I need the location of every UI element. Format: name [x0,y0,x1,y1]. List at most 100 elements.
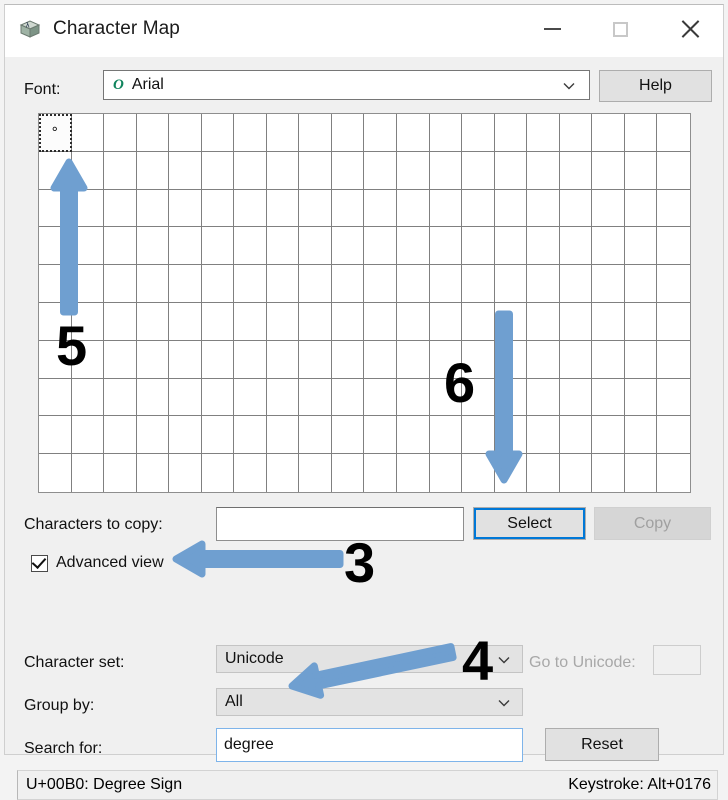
character-grid[interactable]: ° [38,113,691,493]
character-cell[interactable] [234,227,267,266]
group-by-dropdown[interactable]: All [216,688,523,716]
character-cell[interactable] [266,227,300,266]
character-cell[interactable] [201,378,235,417]
character-cell[interactable] [331,227,365,266]
character-cell[interactable] [201,340,235,379]
character-cell[interactable] [234,189,267,228]
character-cell[interactable] [592,189,625,228]
character-cell[interactable] [299,454,332,492]
character-cell[interactable] [39,454,72,492]
character-cell[interactable] [397,151,430,190]
character-cell[interactable] [136,227,170,266]
character-cell[interactable] [592,416,625,455]
character-cell[interactable] [657,303,690,341]
character-cell[interactable] [299,340,332,379]
character-cell[interactable] [625,454,658,492]
character-cell[interactable] [494,340,528,379]
character-cell[interactable] [104,454,137,492]
character-cell[interactable] [429,302,463,341]
character-cell[interactable] [494,114,528,152]
character-cell[interactable] [429,189,463,228]
character-cell[interactable] [624,114,658,152]
character-cell[interactable] [234,340,267,379]
character-cell[interactable] [559,378,593,417]
character-cell[interactable] [527,340,560,379]
character-cell[interactable] [462,151,495,190]
character-cell[interactable] [624,227,658,266]
character-cell[interactable] [331,151,365,190]
character-cell[interactable] [299,114,332,152]
character-cell[interactable] [234,114,267,152]
character-cell[interactable] [136,378,170,417]
character-cell[interactable] [299,189,332,228]
character-cell[interactable] [592,378,625,417]
character-cell[interactable] [364,454,398,492]
character-cell[interactable] [462,416,495,455]
character-cell[interactable] [201,302,235,341]
character-cell[interactable] [592,265,625,303]
character-cell[interactable] [299,416,332,455]
character-cell[interactable] [201,227,235,266]
character-cell[interactable] [494,302,528,341]
character-cell[interactable] [624,378,658,417]
character-cell[interactable] [592,151,625,190]
character-cell[interactable] [71,416,105,455]
character-cell[interactable] [332,454,365,492]
character-cell[interactable] [71,227,105,266]
character-cell[interactable] [624,265,658,303]
character-cell[interactable] [71,265,105,303]
character-cell[interactable] [201,114,235,152]
character-cell[interactable] [201,189,235,228]
character-cell[interactable] [657,190,690,228]
character-cell[interactable] [202,454,235,492]
character-cell[interactable] [397,416,430,455]
character-cell[interactable] [657,152,690,190]
character-cell[interactable] [397,227,430,266]
character-cell[interactable] [592,227,625,266]
character-cell[interactable] [71,151,105,190]
character-cell[interactable] [104,151,137,190]
character-cell[interactable] [39,227,72,266]
character-cell[interactable] [559,114,593,152]
character-cell[interactable] [266,416,300,455]
character-cell[interactable] [169,265,202,303]
character-cell[interactable] [559,302,593,341]
character-cell[interactable] [495,454,528,492]
character-cell[interactable] [624,151,658,190]
character-cell[interactable] [266,189,300,228]
character-cell[interactable] [624,340,658,379]
character-cell[interactable] [527,454,560,492]
maximize-button[interactable] [597,5,643,53]
character-cell[interactable] [364,114,398,152]
character-cell[interactable] [462,265,495,303]
character-cell[interactable] [266,265,300,303]
character-cell[interactable] [331,265,365,303]
character-cell[interactable] [527,114,560,152]
character-cell[interactable] [624,302,658,341]
character-cell[interactable] [136,151,170,190]
character-cell[interactable] [136,416,170,455]
character-cell[interactable] [397,114,430,152]
character-cell[interactable] [657,341,690,379]
character-cell[interactable] [299,265,332,303]
character-cell[interactable] [267,454,300,492]
character-cell[interactable] [494,378,528,417]
character-cell[interactable] [234,302,267,341]
character-cell[interactable] [266,302,300,341]
character-cell[interactable] [494,227,528,266]
character-cell[interactable] [364,151,398,190]
character-cell[interactable] [430,454,463,492]
advanced-view-row[interactable]: Advanced view [31,553,164,572]
character-cell[interactable] [559,340,593,379]
advanced-view-checkbox[interactable] [31,553,48,572]
character-cell[interactable] [39,265,72,303]
character-cell[interactable] [39,416,72,455]
character-cell[interactable] [331,416,365,455]
character-cell[interactable] [299,302,332,341]
character-cell[interactable] [104,378,137,417]
character-cell[interactable] [592,302,625,341]
character-cell[interactable] [169,151,202,190]
character-cell[interactable] [104,114,137,152]
character-cell[interactable] [462,227,495,266]
character-cell[interactable] [462,454,495,492]
